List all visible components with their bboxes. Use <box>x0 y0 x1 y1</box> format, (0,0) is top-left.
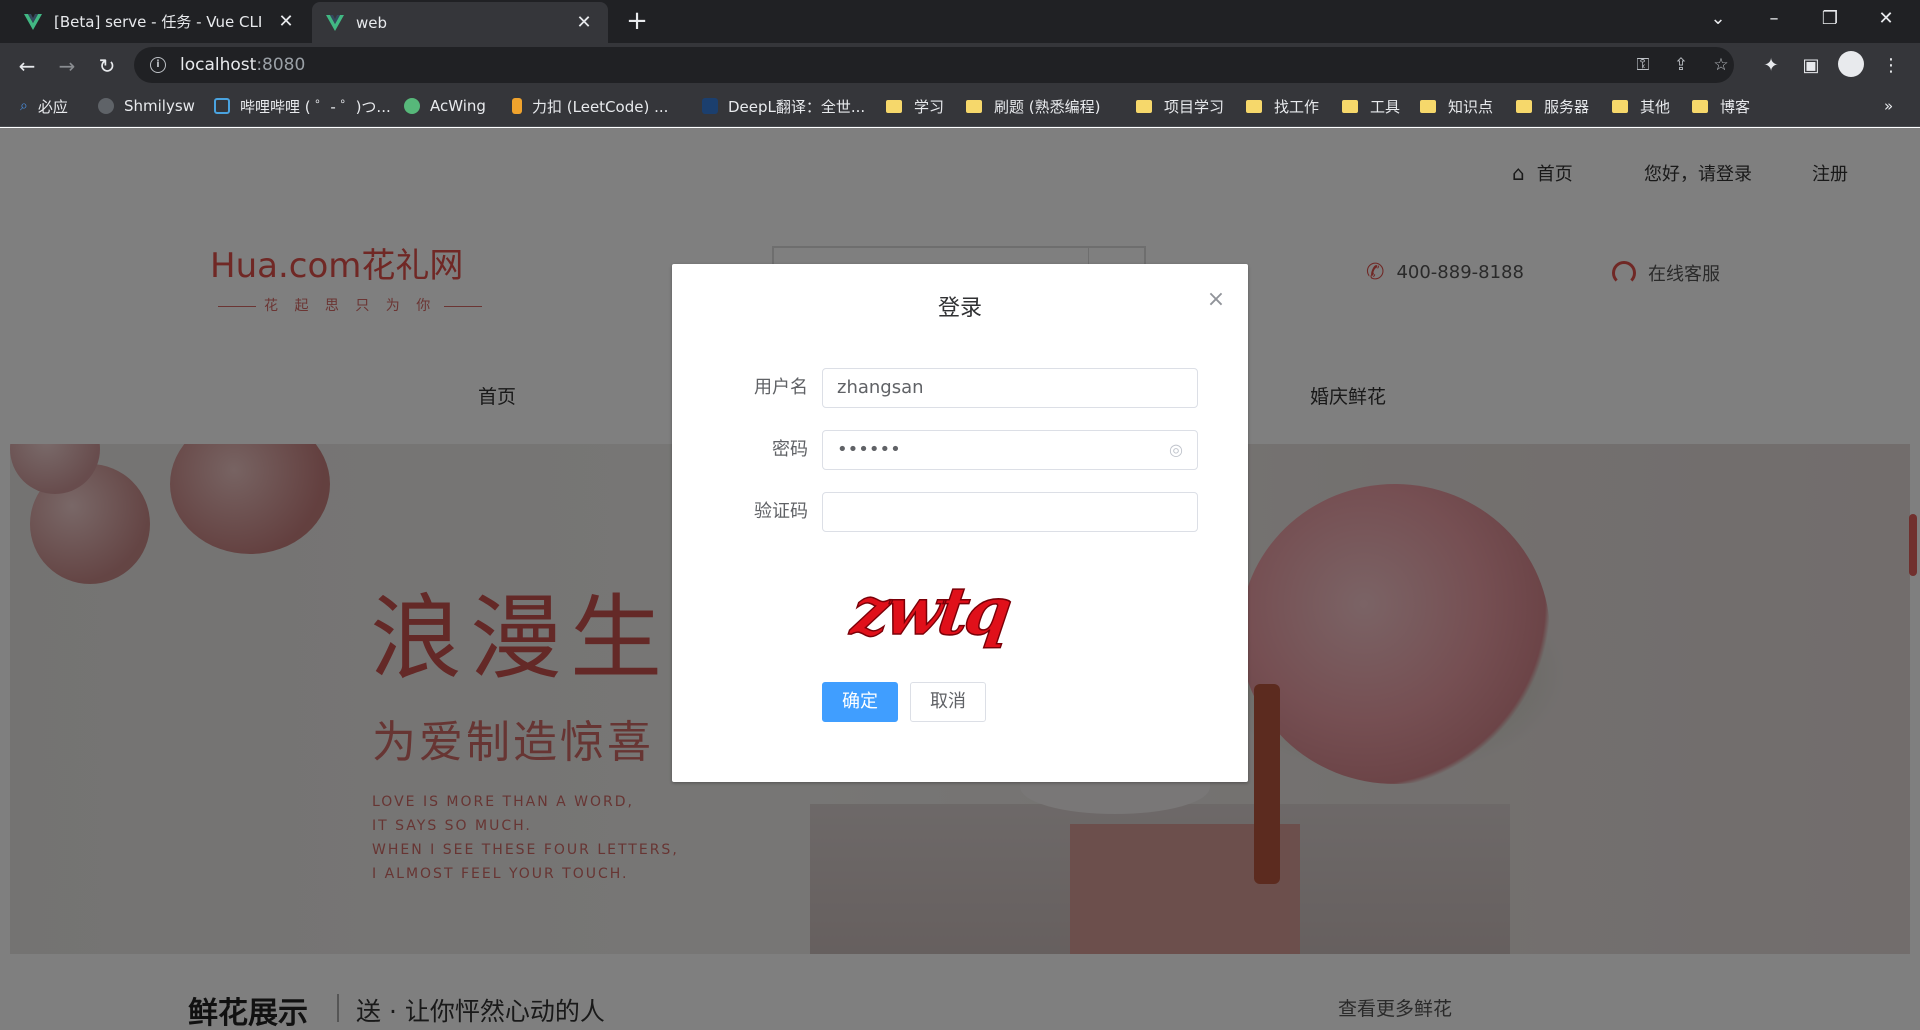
bookmark-folder[interactable]: 项目学习 <box>1136 87 1224 125</box>
bookmark-folder[interactable]: 找工作 <box>1246 87 1319 125</box>
tab-vue-cli[interactable]: [Beta] serve - 任务 - Vue CLI ✕ <box>10 0 310 43</box>
forward-button[interactable]: → <box>52 51 82 81</box>
bookmark-item[interactable]: ⌕ 必应 <box>20 87 68 125</box>
login-dialog: 登录 × 用户名 zhangsan 密码 •••••• ◎ 验证码 zwtq 确… <box>672 264 1248 782</box>
tab-title: web <box>356 13 388 32</box>
folder-icon <box>1692 99 1708 113</box>
bookmark-folder[interactable]: 服务器 <box>1516 87 1589 125</box>
tab-strip: [Beta] serve - 任务 - Vue CLI ✕ web ✕ + ⌄ … <box>0 0 1920 43</box>
eye-hide-icon[interactable]: ◎ <box>1166 440 1186 460</box>
extensions-icon[interactable]: ✦ <box>1756 51 1786 81</box>
bookmarks-bar: ⌕ 必应 Shmilysw 哔哩哔哩 ( ゜- ゜)つ... AcWing 力扣… <box>0 87 1920 127</box>
bookmark-folder[interactable]: 博客 <box>1692 87 1750 125</box>
profile-avatar[interactable] <box>1838 51 1864 77</box>
captcha-input[interactable] <box>822 492 1198 532</box>
username-row: 用户名 zhangsan <box>672 368 1248 408</box>
tab-close-icon[interactable]: ✕ <box>574 12 594 33</box>
bookmark-folder[interactable]: 刷题 (熟悉编程) <box>966 87 1100 125</box>
username-input[interactable]: zhangsan <box>822 368 1198 408</box>
site-info-icon[interactable]: i <box>150 57 166 73</box>
close-window-button[interactable]: ✕ <box>1858 0 1914 40</box>
captcha-row: 验证码 <box>672 492 1248 532</box>
captcha-label: 验证码 <box>754 501 808 522</box>
bookmark-folder[interactable]: 其他 <box>1612 87 1670 125</box>
key-icon[interactable]: ⚿ <box>1630 52 1656 78</box>
side-panel-icon[interactable]: ▣ <box>1796 51 1826 81</box>
dialog-title: 登录 <box>937 296 982 321</box>
bookmark-folder[interactable]: 工具 <box>1342 87 1400 125</box>
leetcode-icon <box>512 98 522 114</box>
captcha-image[interactable]: zwtq <box>844 572 1066 652</box>
bookmark-item[interactable]: 力扣 (LeetCode) ... <box>512 87 668 125</box>
password-label: 密码 <box>772 439 808 460</box>
bookmark-folder[interactable]: 知识点 <box>1420 87 1493 125</box>
bilibili-icon <box>214 98 230 114</box>
bookmark-item[interactable]: DeepL翻译：全世... <box>702 87 865 125</box>
folder-icon <box>1246 99 1262 113</box>
bookmark-item[interactable]: Shmilysw <box>98 87 195 125</box>
menu-icon[interactable]: ⋮ <box>1876 51 1906 81</box>
star-icon[interactable]: ☆ <box>1708 52 1734 78</box>
folder-icon <box>1420 99 1436 113</box>
confirm-button[interactable]: 确定 <box>822 682 898 722</box>
minimize-button[interactable]: – <box>1746 0 1802 40</box>
share-icon[interactable]: ⇪ <box>1668 52 1694 78</box>
new-tab-button[interactable]: + <box>622 6 652 36</box>
username-label: 用户名 <box>754 377 808 398</box>
restore-button[interactable]: ❐ <box>1802 0 1858 40</box>
password-row: 密码 •••••• ◎ <box>672 430 1248 470</box>
tab-title: [Beta] serve - 任务 - Vue CLI <box>54 13 263 31</box>
vue-logo-icon <box>24 13 42 30</box>
back-button[interactable]: ← <box>12 51 42 81</box>
more-bookmarks-button[interactable]: » <box>1884 87 1893 125</box>
reload-button[interactable]: ↻ <box>92 51 122 81</box>
folder-icon <box>966 99 982 113</box>
bookmark-folder[interactable]: 学习 <box>886 87 944 125</box>
folder-icon <box>1136 99 1152 113</box>
github-icon <box>98 98 114 114</box>
url-port: :8080 <box>256 55 306 75</box>
url-host: localhost <box>180 55 257 75</box>
acwing-icon <box>404 98 420 114</box>
browser-toolbar: ← → ↻ i localhost :8080 ⚿ ⇪ ☆ ✦ ▣ ⋮ <box>0 43 1920 87</box>
folder-icon <box>886 99 902 113</box>
password-input[interactable]: •••••• <box>822 430 1198 470</box>
deepl-icon <box>702 98 718 114</box>
tab-search-chevron-icon[interactable]: ⌄ <box>1690 0 1746 40</box>
address-bar[interactable]: i localhost :8080 <box>134 47 1734 83</box>
bookmark-item[interactable]: 哔哩哔哩 ( ゜- ゜)つ... <box>214 87 391 125</box>
tab-web[interactable]: web ✕ <box>312 2 608 43</box>
folder-icon <box>1516 99 1532 113</box>
captcha-text: zwtq <box>846 572 1015 650</box>
vue-logo-icon <box>326 14 344 31</box>
close-icon[interactable]: × <box>1206 289 1226 311</box>
search-icon: ⌕ <box>20 98 28 114</box>
bookmark-item[interactable]: AcWing <box>404 87 486 125</box>
tab-close-icon[interactable]: ✕ <box>276 11 296 32</box>
cancel-button[interactable]: 取消 <box>910 682 986 722</box>
folder-icon <box>1612 99 1628 113</box>
folder-icon <box>1342 99 1358 113</box>
